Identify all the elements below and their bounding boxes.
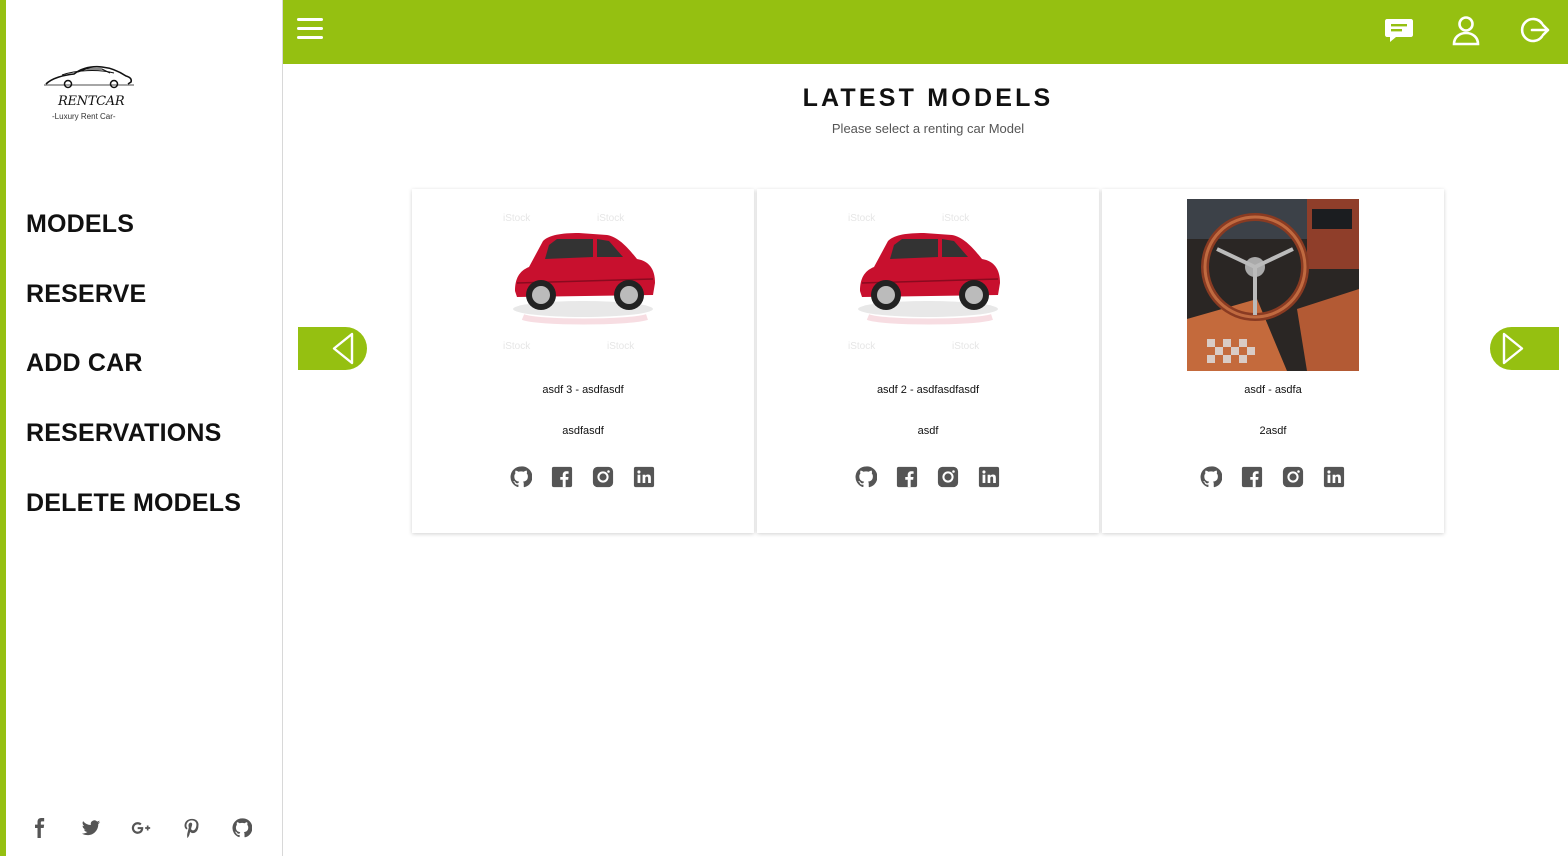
svg-text:iStock: iStock xyxy=(597,213,625,224)
sidebar-item-label[interactable]: ADD CAR xyxy=(26,349,143,378)
sidebar-item-add-car[interactable]: ADD CAR xyxy=(26,329,241,399)
github-icon[interactable] xyxy=(855,466,878,488)
facebook-icon[interactable] xyxy=(30,816,81,840)
svg-text:iStock: iStock xyxy=(848,341,876,352)
linkedin-icon[interactable] xyxy=(1323,466,1345,488)
github-icon[interactable] xyxy=(1200,466,1223,488)
chevron-left-icon xyxy=(332,332,354,365)
svg-text:iStock: iStock xyxy=(942,213,970,224)
model-name: asdf 3 - asdfasdf xyxy=(542,384,624,396)
page-subtitle: Please select a renting car Model xyxy=(831,121,1025,136)
facebook-icon[interactable] xyxy=(551,466,573,488)
model-social-links xyxy=(510,466,655,488)
menu-icon[interactable] xyxy=(297,18,323,40)
linkedin-icon[interactable] xyxy=(978,466,1000,488)
sidebar-item-models[interactable]: MODELS xyxy=(26,190,241,260)
github-icon[interactable] xyxy=(232,816,283,840)
svg-text:iStock: iStock xyxy=(848,213,876,224)
svg-text:iStock: iStock xyxy=(503,213,531,224)
instagram-icon[interactable] xyxy=(1282,466,1304,488)
twitter-icon[interactable] xyxy=(81,816,132,840)
model-social-links xyxy=(855,466,1000,488)
brand-tagline: -Luxury Rent Car- xyxy=(52,112,116,121)
model-card[interactable]: iStock iStock iStock iStock asdf 3 - asdfas… xyxy=(412,189,754,533)
linkedin-icon[interactable] xyxy=(633,466,655,488)
sidebar-item-reserve[interactable]: RESERVE xyxy=(26,260,241,330)
chevron-right-icon xyxy=(1502,332,1524,365)
brand-logo[interactable]: RENTCAR -Luxury Rent Car- xyxy=(42,58,134,128)
carousel-next-button[interactable] xyxy=(1490,327,1559,370)
sidebar-nav: MODELS RESERVE ADD CAR RESERVATIONS DELE… xyxy=(26,190,241,538)
sidebar-item-label[interactable]: RESERVATIONS xyxy=(26,419,222,448)
model-card[interactable]: iStock iStock iStock iStock asdf 2 - asdfas… xyxy=(757,189,1099,533)
carousel-prev-button[interactable] xyxy=(298,327,367,370)
top-bar xyxy=(283,0,1568,64)
model-image xyxy=(1187,199,1359,371)
sidebar-social-links xyxy=(30,816,283,840)
sidebar-item-label[interactable]: DELETE MODELS xyxy=(26,489,241,518)
models-carousel: iStock iStock iStock iStock asdf 3 - asdfas… xyxy=(412,189,1444,533)
model-name: asdf 2 - asdfasdfasdf xyxy=(876,384,980,396)
sidebar-item-reservations[interactable]: RESERVATIONS xyxy=(26,399,241,469)
user-icon[interactable] xyxy=(1450,14,1482,46)
pinterest-icon[interactable] xyxy=(182,816,233,840)
svg-text:iStock: iStock xyxy=(503,341,531,352)
svg-text:iStock: iStock xyxy=(607,341,635,352)
model-description: asdf xyxy=(917,425,939,437)
svg-text:iStock: iStock xyxy=(952,341,980,352)
sidebar: RENTCAR -Luxury Rent Car- MODELS RESERVE… xyxy=(6,0,283,856)
logout-icon[interactable] xyxy=(1518,14,1550,46)
model-description: 2asdf xyxy=(1259,425,1287,437)
model-image: iStock iStock iStock iStock xyxy=(497,199,669,371)
sidebar-item-label[interactable]: RESERVE xyxy=(26,280,146,309)
instagram-icon[interactable] xyxy=(937,466,959,488)
sidebar-item-delete-models[interactable]: DELETE MODELS xyxy=(26,468,241,538)
sidebar-item-label[interactable]: MODELS xyxy=(26,210,134,239)
google-plus-icon[interactable] xyxy=(131,816,182,840)
car-silhouette-icon xyxy=(44,65,134,89)
model-social-links xyxy=(1200,466,1345,488)
model-description: asdfasdf xyxy=(562,425,604,437)
page-title: LATEST MODELS xyxy=(802,84,1054,112)
github-icon[interactable] xyxy=(510,466,533,488)
brand-name: RENTCAR xyxy=(58,94,125,109)
facebook-icon[interactable] xyxy=(1241,466,1263,488)
model-name: asdf - asdfa xyxy=(1244,384,1302,396)
chat-icon[interactable] xyxy=(1383,14,1415,46)
model-card[interactable]: asdf - asdfa 2asdf xyxy=(1102,189,1444,533)
model-image: iStock iStock iStock iStock xyxy=(842,199,1014,371)
instagram-icon[interactable] xyxy=(592,466,614,488)
facebook-icon[interactable] xyxy=(896,466,918,488)
